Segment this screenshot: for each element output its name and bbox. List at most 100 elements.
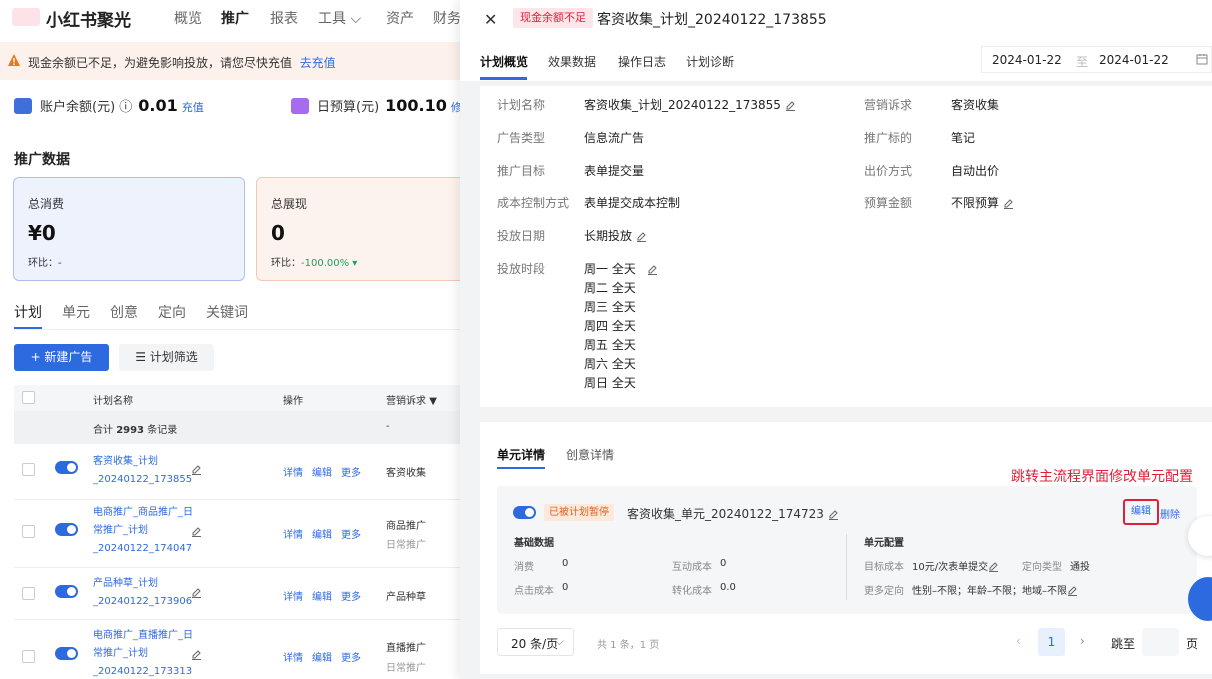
unit-delete-button[interactable]: 删除 bbox=[1160, 506, 1180, 521]
row-toggle[interactable] bbox=[55, 585, 78, 598]
info-key: 出价方式 bbox=[864, 164, 913, 178]
unit-edit-button[interactable]: 编辑 bbox=[1123, 499, 1159, 525]
page-size-select[interactable]: 20 条/页 ⌵ bbox=[497, 628, 574, 656]
row-checkbox[interactable] bbox=[22, 463, 35, 476]
edit-link[interactable]: 编辑 bbox=[312, 530, 332, 541]
more-link[interactable]: 更多 bbox=[341, 468, 361, 479]
tab-unit-detail[interactable]: 单元详情 bbox=[497, 446, 545, 463]
row-toggle[interactable] bbox=[55, 647, 78, 660]
info-value: 周一 全天 bbox=[584, 260, 658, 277]
tab-keyword[interactable]: 关键词 bbox=[206, 302, 248, 322]
nav-promotion[interactable]: 推广 bbox=[221, 8, 249, 28]
balance-value: 0.01 bbox=[138, 96, 178, 115]
tab-operation-log[interactable]: 操作日志 bbox=[618, 53, 666, 70]
current-page-button[interactable]: 1 bbox=[1038, 628, 1065, 656]
pencil-icon[interactable] bbox=[1067, 585, 1078, 596]
row-checkbox[interactable] bbox=[22, 525, 35, 538]
row-checkbox[interactable] bbox=[22, 650, 35, 663]
budget-amount-value: 不限预算 bbox=[951, 196, 1000, 210]
pencil-icon[interactable] bbox=[785, 100, 796, 111]
nav-tools[interactable]: 工具 ⌵ bbox=[318, 8, 361, 28]
row-checkbox[interactable] bbox=[22, 587, 35, 600]
tab-plan[interactable]: 计划 bbox=[14, 302, 42, 322]
detail-link[interactable]: 详情 bbox=[283, 530, 303, 541]
config-value: 10元/次表单提交 bbox=[912, 558, 999, 573]
schedule-date-value: 长期投放 bbox=[584, 229, 633, 243]
table-row: 电商推广_商品推广_日常推广_计划_20240122_174047 详情 编辑 更多… bbox=[14, 501, 460, 567]
time-slot-item: 周六 全天 bbox=[584, 357, 636, 371]
select-all-checkbox[interactable] bbox=[22, 391, 35, 404]
nav-overview[interactable]: 概览 bbox=[174, 8, 202, 28]
date-end: 2024-01-22 bbox=[1099, 53, 1169, 67]
edit-link[interactable]: 编辑 bbox=[312, 653, 332, 664]
tab-targeting[interactable]: 定向 bbox=[158, 302, 186, 322]
jump-page-input[interactable] bbox=[1142, 628, 1179, 656]
page-suffix: 页 bbox=[1186, 637, 1199, 651]
plan-name-link[interactable]: 客资收集_计划_20240122_173855 bbox=[93, 453, 193, 489]
edit-link[interactable]: 编辑 bbox=[312, 468, 332, 479]
tab-creative[interactable]: 创意 bbox=[110, 302, 138, 322]
tab-creative-detail[interactable]: 创意详情 bbox=[566, 446, 614, 463]
tab-plan-overview[interactable]: 计划概览 bbox=[480, 53, 528, 70]
recharge-link[interactable]: 去充值 bbox=[300, 56, 336, 70]
more-link[interactable]: 更多 bbox=[341, 653, 361, 664]
pencil-icon[interactable] bbox=[191, 464, 202, 475]
nav-reports[interactable]: 报表 bbox=[270, 8, 298, 28]
card-change-label: 环比： bbox=[271, 258, 301, 269]
row-category: 商品推广 bbox=[386, 521, 426, 532]
info-value: 信息流广告 bbox=[584, 131, 645, 145]
metric-value: 0 bbox=[720, 558, 727, 569]
section-title: 推广数据 bbox=[14, 152, 70, 168]
row-toggle[interactable] bbox=[55, 461, 78, 474]
pencil-icon[interactable] bbox=[647, 264, 658, 275]
daily-budget: 日预算(元)100.10修改 bbox=[291, 96, 473, 115]
more-link[interactable]: 更多 bbox=[341, 592, 361, 603]
tab-plan-diagnosis[interactable]: 计划诊断 bbox=[686, 53, 734, 70]
detail-link[interactable]: 详情 bbox=[283, 468, 303, 479]
plan-name-link[interactable]: 电商推广_直播推广_日常推广_计划_20240122_173313 bbox=[93, 627, 193, 679]
config-key: 定向类型 bbox=[1022, 562, 1062, 573]
card-value: 0 bbox=[271, 221, 285, 245]
col-category[interactable]: 营销诉求 ▼ bbox=[386, 392, 437, 407]
account-balance: 账户余额(元) ⓘ 0.01 充值 bbox=[14, 96, 204, 115]
filter-funnel-icon: ▼ bbox=[429, 396, 437, 407]
unit-status-badge: 已被计划暂停 bbox=[544, 504, 614, 521]
plan-name-link[interactable]: 电商推广_商品推广_日常推广_计划_20240122_174047 bbox=[93, 504, 193, 558]
pencil-icon[interactable] bbox=[988, 561, 999, 572]
total-spend-card: 总消费 ¥0 环比：- bbox=[13, 177, 245, 281]
pencil-icon[interactable] bbox=[1003, 198, 1014, 209]
detail-link[interactable]: 详情 bbox=[283, 653, 303, 664]
date-range-picker[interactable]: 2024-01-22 至 2024-01-22 bbox=[981, 46, 1212, 73]
pencil-icon[interactable] bbox=[636, 231, 647, 242]
next-page-icon[interactable]: › bbox=[1080, 634, 1085, 648]
calendar-icon bbox=[1196, 54, 1208, 65]
pencil-icon[interactable] bbox=[191, 587, 202, 598]
plan-name-link[interactable]: 产品种草_计划_20240122_173906 bbox=[93, 575, 193, 611]
plan-detail-drawer: ✕ 现金余额不足 客资收集_计划_20240122_173855 计划概览 效果… bbox=[460, 0, 1212, 679]
plan-filter-label: 计划筛选 bbox=[149, 350, 198, 364]
basic-data-title: 基础数据 bbox=[514, 538, 554, 549]
info-key: 投放日期 bbox=[497, 229, 546, 243]
new-ad-button[interactable]: + 新建广告 bbox=[14, 344, 109, 371]
nav-assets[interactable]: 资产 bbox=[386, 8, 414, 28]
unit-toggle[interactable] bbox=[513, 506, 536, 519]
pencil-icon[interactable] bbox=[191, 526, 202, 537]
status-badge: 现金余额不足 bbox=[513, 8, 593, 28]
plan-filter-button[interactable]: ☰ 计划筛选 bbox=[119, 344, 214, 371]
chevron-down-icon: ⌵ bbox=[555, 634, 565, 648]
info-value: 表单提交成本控制 bbox=[584, 196, 681, 210]
close-icon[interactable]: ✕ bbox=[484, 10, 497, 29]
config-value: 通投 bbox=[1070, 562, 1090, 573]
more-link[interactable]: 更多 bbox=[341, 530, 361, 541]
row-toggle[interactable] bbox=[55, 523, 78, 536]
prev-page-icon[interactable]: ‹ bbox=[1016, 634, 1021, 648]
recharge-button[interactable]: 充值 bbox=[182, 101, 204, 114]
detail-link[interactable]: 详情 bbox=[283, 592, 303, 603]
pencil-icon[interactable] bbox=[191, 649, 202, 660]
time-slot-item: 周五 全天 bbox=[584, 338, 636, 352]
nav-finance[interactable]: 财务 bbox=[433, 8, 461, 28]
edit-link[interactable]: 编辑 bbox=[312, 592, 332, 603]
pencil-icon[interactable] bbox=[828, 509, 839, 520]
tab-performance[interactable]: 效果数据 bbox=[548, 53, 596, 70]
tab-unit[interactable]: 单元 bbox=[62, 302, 90, 322]
